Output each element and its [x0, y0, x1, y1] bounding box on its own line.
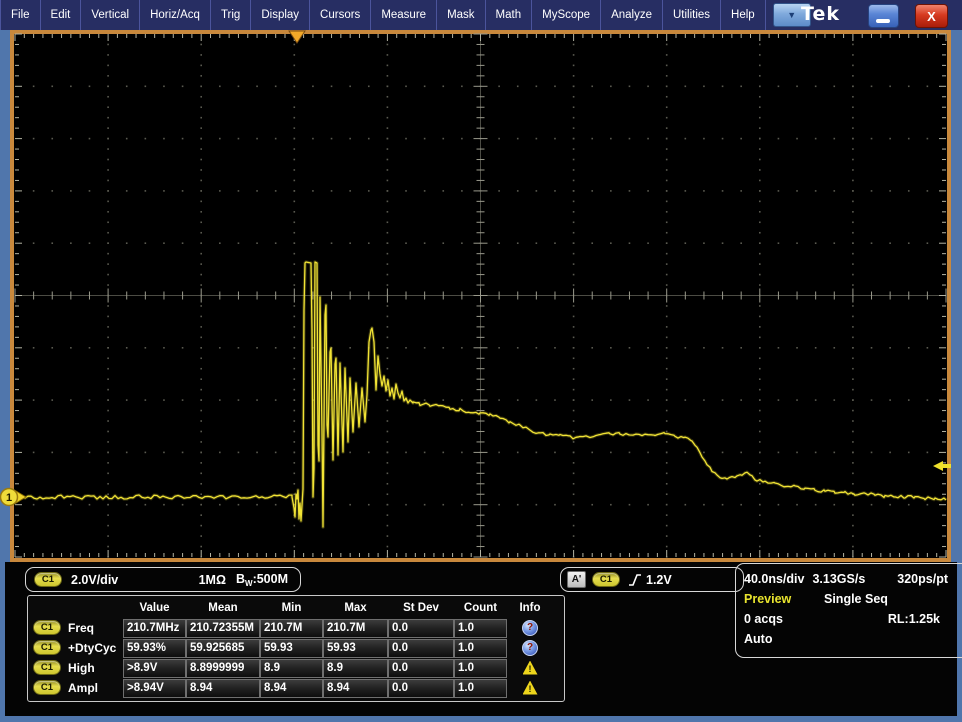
measurement-count: 1.0: [454, 639, 507, 658]
measurement-row-label: C1 +DtyCyc: [31, 638, 123, 657]
menu-measure[interactable]: Measure: [371, 0, 437, 30]
trigger-level: 1.2V: [646, 573, 672, 587]
measurement-count: 1.0: [454, 619, 507, 638]
trigger-readout[interactable]: A' C1 1.2V: [560, 567, 744, 592]
measurement-name: Freq: [68, 621, 94, 635]
menu-math[interactable]: Math: [486, 0, 533, 30]
measurement-max: 8.94: [323, 679, 388, 698]
column-header-value: Value: [123, 598, 186, 618]
warning-icon[interactable]: !: [523, 661, 538, 675]
tek-logo: Tek: [801, 3, 840, 25]
measurement-row-label: C1 Ampl: [31, 678, 123, 697]
menu-items: FileEditVerticalHoriz/AcqTrigDisplayCurs…: [0, 0, 766, 30]
menu-trig[interactable]: Trig: [211, 0, 251, 30]
measurement-mean: 8.8999999: [186, 659, 260, 678]
measurement-stdev: 0.0: [388, 639, 454, 658]
record-length: RL:1.25k: [888, 609, 940, 629]
measurement-min: 8.9: [260, 659, 323, 678]
menu-cursors[interactable]: Cursors: [310, 0, 371, 30]
sample-resolution: 320ps/pt: [897, 569, 948, 589]
measurement-count: 1.0: [454, 659, 507, 678]
menu-edit[interactable]: Edit: [41, 0, 82, 30]
question-info-icon[interactable]: ?: [522, 620, 538, 636]
column-header-min: Min: [260, 598, 323, 618]
channel-badge[interactable]: C1: [33, 680, 61, 695]
vertical-scale: 2.0V/div: [71, 573, 118, 587]
column-header-count: Count: [454, 598, 507, 618]
trigger-state: Auto: [744, 629, 772, 649]
measurement-max: 8.9: [323, 659, 388, 678]
measurement-max: 59.93: [323, 639, 388, 658]
acquisition-mode: Single Seq: [824, 589, 888, 609]
menu-utilities[interactable]: Utilities: [663, 0, 721, 30]
menu-myscope[interactable]: MyScope: [532, 0, 601, 30]
measurement-count: 1.0: [454, 679, 507, 698]
menu-mask[interactable]: Mask: [437, 0, 485, 30]
column-header-info: Info: [507, 598, 553, 618]
menu-horiz-acq[interactable]: Horiz/Acq: [140, 0, 211, 30]
warning-icon[interactable]: !: [523, 681, 538, 695]
input-impedance: 1MΩ: [199, 573, 226, 587]
measurement-name: High: [68, 661, 95, 675]
measurement-value: >8.9V: [123, 659, 186, 678]
column-header-max: Max: [323, 598, 388, 618]
rising-edge-icon: [628, 572, 642, 588]
menu-vertical[interactable]: Vertical: [81, 0, 140, 30]
trigger-channel-badge[interactable]: C1: [592, 572, 620, 587]
measurement-info-cell: ?: [507, 638, 553, 657]
tekscope-window: FileEditVerticalHoriz/AcqTrigDisplayCurs…: [0, 0, 962, 722]
timebase: 40.0ns/div: [744, 569, 804, 589]
measurement-min: 59.93: [260, 639, 323, 658]
measurement-name: Ampl: [68, 681, 98, 695]
measurement-info-cell: !: [507, 658, 553, 677]
column-header-st-dev: St Dev: [388, 598, 454, 618]
measurement-min: 210.7M: [260, 619, 323, 638]
measurement-name: +DtyCyc: [68, 641, 116, 655]
measurement-value: >8.94V: [123, 679, 186, 698]
measurement-min: 8.94: [260, 679, 323, 698]
menu-file[interactable]: File: [0, 0, 41, 30]
channel-badge[interactable]: C1: [33, 660, 61, 675]
sample-rate: 3.13GS/s: [812, 569, 865, 589]
measurement-stdev: 0.0: [388, 679, 454, 698]
measurement-value: 59.93%: [123, 639, 186, 658]
measurement-mean: 8.94: [186, 679, 260, 698]
measurement-mean: 59.925685: [186, 639, 260, 658]
measurement-info-cell: ?: [507, 618, 553, 637]
measurement-info-cell: !: [507, 678, 553, 697]
measurement-header-blank: [31, 598, 123, 618]
menu-help[interactable]: Help: [721, 0, 766, 30]
channel1-readout[interactable]: C1 2.0V/div 1MΩ BW:500M: [25, 567, 301, 592]
menu-display[interactable]: Display: [251, 0, 310, 30]
measurement-row-label: C1 High: [31, 658, 123, 677]
bandwidth-readout: BW:500M: [236, 572, 288, 588]
measurement-stdev: 0.0: [388, 619, 454, 638]
measurement-max: 210.7M: [323, 619, 388, 638]
measurement-value: 210.7MHz: [123, 619, 186, 638]
trigger-source-badge[interactable]: A': [567, 571, 586, 588]
chevron-down-icon: ▼: [787, 10, 796, 20]
preview-status: Preview: [744, 589, 824, 609]
minimize-button[interactable]: [868, 4, 899, 28]
measurement-table: ValueMeanMinMaxSt DevCountInfo C1 Freq 210.…: [27, 595, 565, 702]
horizontal-readout[interactable]: 40.0ns/div 3.13GS/s 320ps/pt Preview Sin…: [735, 563, 962, 658]
column-header-mean: Mean: [186, 598, 260, 618]
question-info-icon[interactable]: ?: [522, 640, 538, 656]
acquisition-count: 0 acqs: [744, 609, 783, 629]
channel-badge[interactable]: C1: [33, 620, 61, 635]
minimize-icon: [876, 19, 890, 23]
menu-analyze[interactable]: Analyze: [601, 0, 663, 30]
measurement-row-label: C1 Freq: [31, 618, 123, 637]
menu-bar: FileEditVerticalHoriz/AcqTrigDisplayCurs…: [0, 0, 962, 30]
measurement-stdev: 0.0: [388, 659, 454, 678]
waveform-display: [10, 30, 951, 562]
measurement-mean: 210.72355M: [186, 619, 260, 638]
readout-panel: C1 2.0V/div 1MΩ BW:500M A' C1 1.2V 40.0n…: [5, 562, 957, 716]
channel1-badge[interactable]: C1: [34, 572, 62, 587]
close-button[interactable]: X: [915, 4, 948, 28]
channel-badge[interactable]: C1: [33, 640, 61, 655]
